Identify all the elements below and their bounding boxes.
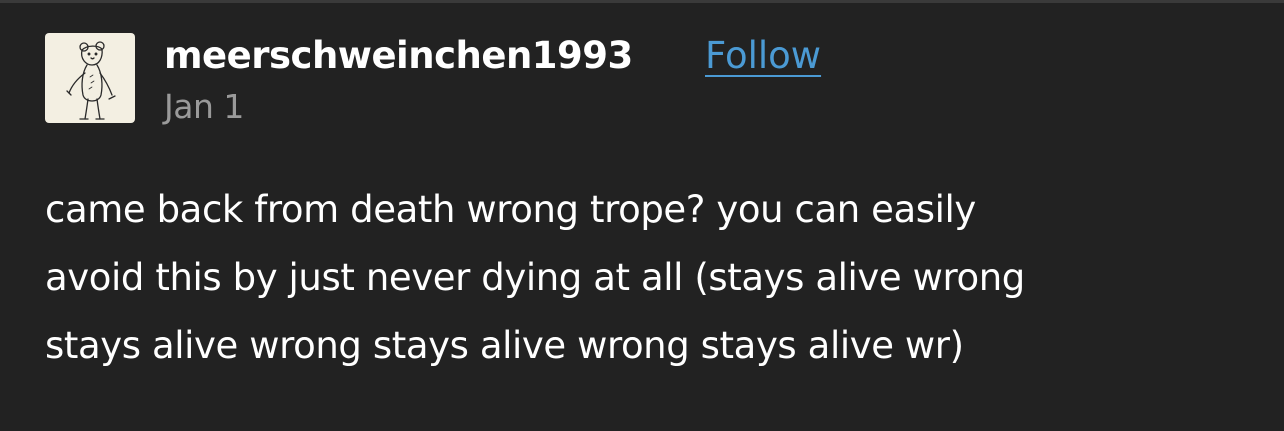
post-body-line: came back from death wrong trope? you ca… (45, 188, 976, 231)
top-divider (0, 0, 1284, 3)
author-username[interactable]: meerschweinchen1993 (164, 34, 633, 78)
follow-button[interactable]: Follow (705, 34, 821, 78)
post-body: came back from death wrong trope? you ca… (45, 176, 1245, 380)
teddy-bear-sketch-icon (66, 41, 116, 120)
avatar[interactable] (45, 33, 135, 123)
post-body-line: avoid this by just never dying at all (s… (45, 256, 1025, 299)
post-header: meerschweinchen1993 Follow Jan 1 (45, 33, 1245, 127)
post-body-line: stays alive wrong stays alive wrong stay… (45, 324, 964, 367)
post-date[interactable]: Jan 1 (164, 87, 244, 127)
